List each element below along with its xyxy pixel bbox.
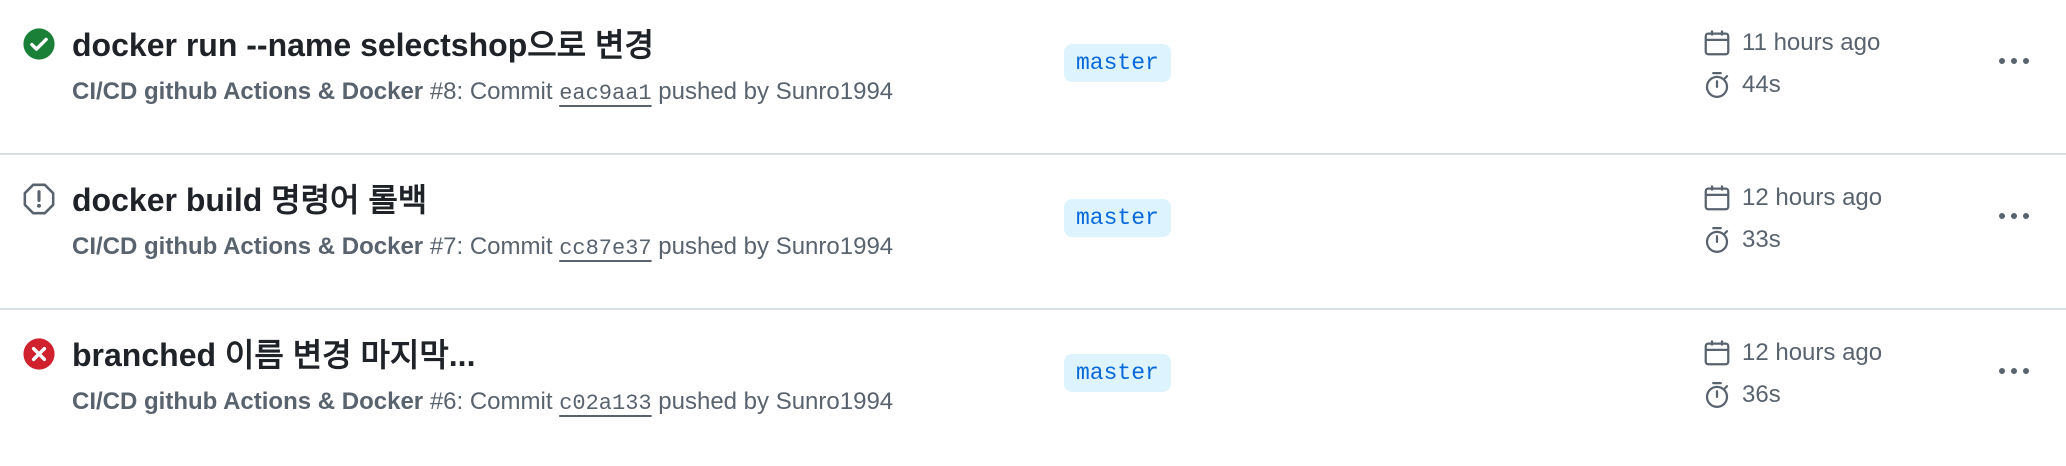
workflow-name: CI/CD github Actions & Docker (72, 388, 424, 415)
run-title-link[interactable]: branched 이름 변경 마지막... (72, 330, 475, 376)
run-duration-text: 36s (1742, 381, 1781, 408)
run-started: 11 hours ago (1702, 28, 1880, 58)
calendar-icon (1702, 183, 1732, 213)
commit-sha-link[interactable]: cc87e37 (559, 236, 651, 261)
run-title-link[interactable]: docker run --name selectshop으로 변경 (72, 20, 654, 66)
commit-prefix: : Commit (456, 78, 560, 105)
run-duration-text: 44s (1742, 71, 1781, 98)
pushed-by: pushed by Sunro1994 (651, 78, 894, 105)
stop-octagon-icon (22, 182, 56, 216)
run-duration: 33s (1702, 225, 1781, 255)
run-menu-button[interactable] (1992, 199, 2036, 233)
commit-prefix: : Commit (456, 233, 560, 260)
commit-sha-link[interactable]: c02a133 (559, 391, 651, 416)
run-started-text: 11 hours ago (1742, 29, 1881, 56)
workflow-run-row: branched 이름 변경 마지막... CI/CD github Actio… (0, 310, 2066, 466)
x-circle-icon (22, 337, 56, 371)
run-meta: CI/CD github Actions & Docker #8: Commit… (72, 78, 893, 106)
run-duration: 44s (1702, 70, 1781, 100)
run-started: 12 hours ago (1702, 183, 1882, 213)
run-number: #6 (429, 388, 457, 415)
calendar-icon (1702, 338, 1732, 368)
branch-label[interactable]: master (1064, 354, 1171, 392)
run-meta: CI/CD github Actions & Docker #7: Commit… (72, 233, 893, 261)
run-menu-button[interactable] (1992, 354, 2036, 388)
kebab-horizontal-icon (1997, 56, 2031, 66)
run-started-text: 12 hours ago (1742, 184, 1883, 211)
run-number: #7 (429, 233, 457, 260)
stopwatch-icon (1702, 225, 1732, 255)
workflow-run-row: docker build 명령어 롤백 CI/CD github Actions… (0, 155, 2066, 310)
commit-prefix: : Commit (456, 388, 560, 415)
stopwatch-icon (1702, 380, 1732, 410)
run-title-link[interactable]: docker build 명령어 롤백 (72, 175, 427, 221)
calendar-icon (1702, 28, 1732, 58)
run-menu-button[interactable] (1992, 44, 2036, 78)
workflow-runs-list: docker run --name selectshop으로 변경 CI/CD … (0, 0, 2066, 466)
pushed-by: pushed by Sunro1994 (651, 233, 894, 260)
commit-sha-link[interactable]: eac9aa1 (559, 81, 651, 106)
workflow-name: CI/CD github Actions & Docker (72, 233, 424, 260)
check-circle-icon (22, 27, 56, 61)
kebab-horizontal-icon (1997, 366, 2031, 376)
pushed-by: pushed by Sunro1994 (651, 388, 894, 415)
run-meta: CI/CD github Actions & Docker #6: Commit… (72, 388, 893, 416)
stopwatch-icon (1702, 70, 1732, 100)
run-duration: 36s (1702, 380, 1781, 410)
workflow-name: CI/CD github Actions & Docker (72, 78, 424, 105)
run-duration-text: 33s (1742, 226, 1781, 253)
run-started: 12 hours ago (1702, 338, 1882, 368)
workflow-run-row: docker run --name selectshop으로 변경 CI/CD … (0, 0, 2066, 155)
branch-label[interactable]: master (1064, 44, 1171, 82)
kebab-horizontal-icon (1997, 211, 2031, 221)
run-number: #8 (429, 78, 457, 105)
branch-label[interactable]: master (1064, 199, 1171, 237)
run-started-text: 12 hours ago (1742, 339, 1883, 366)
